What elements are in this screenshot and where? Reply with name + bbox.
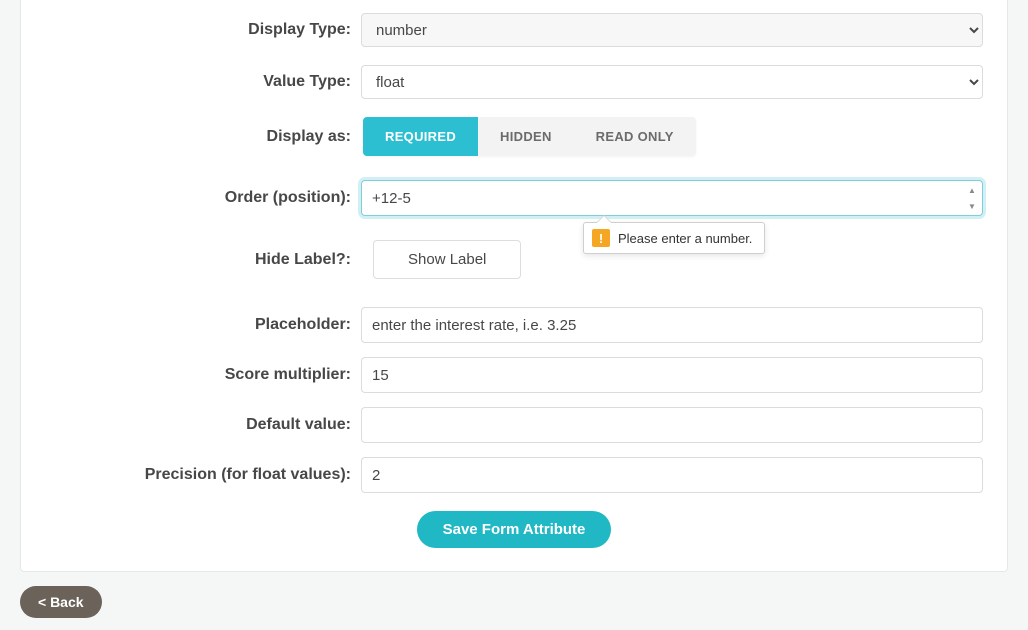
row-score-multiplier: Score multiplier:	[21, 357, 1007, 393]
row-display-as: Display as: REQUIRED HIDDEN READ ONLY	[21, 117, 1007, 156]
save-button[interactable]: Save Form Attribute	[417, 511, 612, 548]
label-score-multiplier: Score multiplier:	[21, 366, 361, 384]
row-order: Order (position): ! Please enter a numbe…	[21, 180, 1007, 216]
toggle-required[interactable]: REQUIRED	[363, 117, 478, 156]
placeholder-input[interactable]	[361, 307, 983, 343]
tooltip-text: Please enter a number.	[618, 231, 752, 246]
label-display-type: Display Type:	[21, 21, 361, 39]
score-multiplier-input[interactable]	[361, 357, 983, 393]
label-placeholder: Placeholder:	[21, 316, 361, 334]
warning-icon: !	[592, 229, 610, 247]
label-precision: Precision (for float values):	[21, 466, 361, 484]
label-order: Order (position):	[21, 189, 361, 207]
label-value-type: Value Type:	[21, 73, 361, 91]
default-value-input[interactable]	[361, 407, 983, 443]
row-placeholder: Placeholder:	[21, 307, 1007, 343]
order-spinner[interactable]	[963, 182, 981, 214]
toggle-hidden[interactable]: HIDDEN	[478, 117, 574, 156]
display-type-select[interactable]: number	[361, 13, 983, 47]
label-hide-label: Hide Label?:	[21, 251, 361, 269]
form-panel: Display Type: number Value Type: float D…	[20, 0, 1008, 572]
validation-tooltip: ! Please enter a number.	[583, 222, 765, 254]
label-display-as: Display as:	[21, 128, 361, 146]
spinner-down-icon[interactable]	[963, 198, 981, 214]
display-as-toggle-group: REQUIRED HIDDEN READ ONLY	[363, 117, 696, 156]
order-input[interactable]	[361, 180, 983, 216]
spinner-up-icon[interactable]	[963, 182, 981, 198]
row-display-type: Display Type: number	[21, 13, 1007, 47]
value-type-select[interactable]: float	[361, 65, 983, 99]
row-default-value: Default value:	[21, 407, 1007, 443]
back-button[interactable]: < Back	[20, 586, 102, 618]
show-label-button[interactable]: Show Label	[373, 240, 521, 279]
row-precision: Precision (for float values):	[21, 457, 1007, 493]
row-value-type: Value Type: float	[21, 65, 1007, 99]
row-hide-label: Hide Label?: Show Label	[21, 240, 1007, 279]
toggle-readonly[interactable]: READ ONLY	[574, 117, 696, 156]
precision-input[interactable]	[361, 457, 983, 493]
label-default-value: Default value:	[21, 416, 361, 434]
